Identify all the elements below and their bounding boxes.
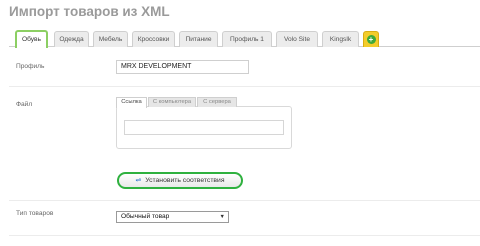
divider	[9, 86, 480, 87]
file-url-input[interactable]	[124, 120, 284, 135]
tab-obuv[interactable]: Обувь	[15, 30, 48, 48]
product-type-label: Тип товаров	[16, 210, 54, 217]
tab-link[interactable]: Ссылка	[116, 97, 147, 108]
add-tab-button[interactable]: +	[363, 31, 379, 47]
set-mapping-button[interactable]: ⇌ Установить соответствия	[117, 172, 243, 189]
tab-volo-site[interactable]: Volo Site	[276, 31, 318, 47]
product-type-select[interactable]: Обычный товар ▼	[116, 211, 229, 223]
tab-profil-1[interactable]: Профиль 1	[222, 31, 272, 47]
arrows-icon: ⇌	[135, 177, 142, 184]
tab-from-server[interactable]: С сервера	[197, 97, 237, 107]
profile-label: Профиль	[16, 63, 45, 70]
file-label: Файл	[16, 101, 33, 108]
tab-krossovki[interactable]: Кроссовки	[132, 31, 175, 47]
divider	[9, 200, 480, 201]
product-type-value: Обычный товар	[121, 213, 170, 220]
tab-pitanie[interactable]: Питание	[179, 31, 218, 47]
chevron-down-icon: ▼	[219, 214, 225, 220]
tab-from-computer[interactable]: С компьютера	[148, 97, 196, 107]
set-mapping-button-label: Установить соответствия	[145, 177, 225, 184]
plus-icon: +	[366, 35, 376, 44]
profile-tabs: Обувь Одежда Мебель Кроссовки Питание Пр…	[9, 27, 480, 48]
tab-kingslk[interactable]: Kingslk	[322, 31, 359, 47]
tab-odezhda[interactable]: Одежда	[54, 31, 89, 47]
page-title: Импорт товаров из XML	[9, 4, 170, 19]
tab-mebel[interactable]: Мебель	[93, 31, 128, 47]
profile-name-input[interactable]: MRX DEVELOPMENT	[116, 60, 249, 74]
divider	[9, 235, 480, 236]
